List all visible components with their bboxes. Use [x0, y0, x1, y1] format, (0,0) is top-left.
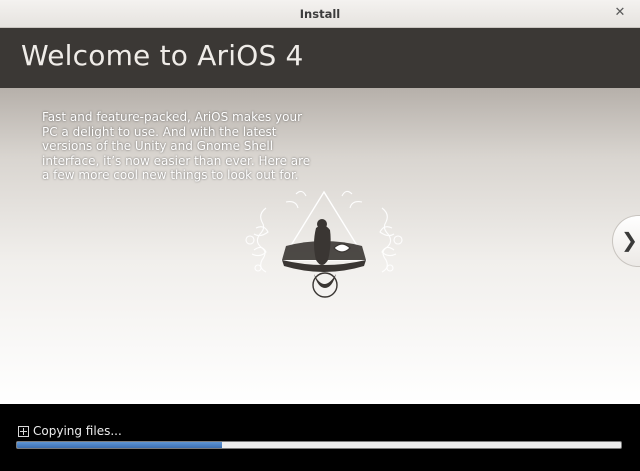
page-title: Welcome to AriOS 4	[21, 39, 304, 72]
status-footer: Copying files...	[0, 404, 640, 471]
window-title: Install	[299, 7, 341, 21]
arios-emblem-icon	[245, 190, 403, 298]
page-header: Welcome to AriOS 4	[0, 28, 640, 88]
slideshow-panel: Fast and feature-packed, AriOS makes you…	[0, 88, 640, 404]
status-text: Copying files...	[33, 424, 122, 438]
next-slide-button[interactable]: ❯	[612, 215, 640, 267]
slide-description: Fast and feature-packed, AriOS makes you…	[42, 110, 311, 183]
install-progress-fill	[17, 442, 223, 448]
install-progress-bar	[16, 441, 622, 449]
window-titlebar[interactable]: Install ✕	[0, 0, 640, 28]
close-icon[interactable]: ✕	[612, 5, 628, 21]
expand-details-icon[interactable]	[18, 426, 29, 437]
